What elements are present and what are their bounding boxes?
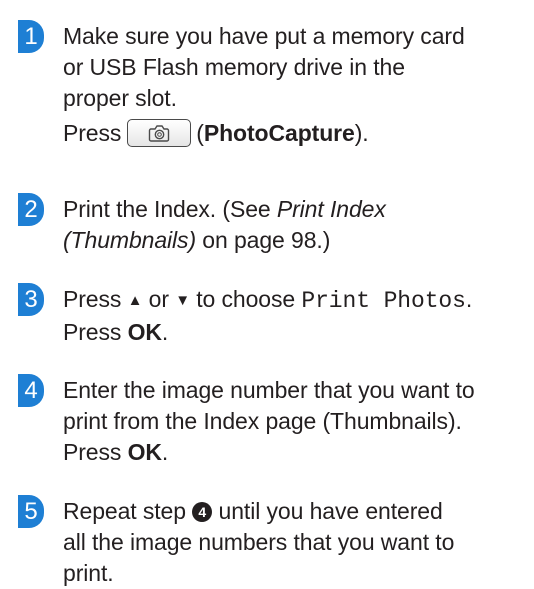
paren-open: ( — [196, 120, 204, 146]
up-arrow-icon: ▲ — [127, 292, 143, 309]
page-reference: on page 98.) — [196, 227, 331, 253]
press-label: Press — [63, 319, 122, 345]
text-line: Press ▲ or ▼ to choose Print Photos. — [63, 284, 533, 317]
ok-key-label: OK — [127, 319, 162, 345]
text-line: Press OK. — [63, 437, 533, 468]
text-line: Press OK. — [63, 317, 533, 348]
text-line: print. — [63, 560, 114, 586]
photocapture-button[interactable] — [127, 119, 192, 148]
down-arrow-icon: ▼ — [175, 292, 190, 309]
step-number-badge: 2 — [18, 193, 44, 226]
text-line: Enter the image number that you want to — [63, 377, 475, 403]
step-number-badge: 4 — [18, 374, 44, 407]
text-line: proper slot. — [63, 85, 177, 111]
step-text: Press ▲ or ▼ to choose Print Photos. Pre… — [63, 284, 533, 348]
period: . — [161, 319, 169, 345]
step-number-badge: 5 — [18, 495, 44, 528]
repeat-step-text: Repeat step — [63, 498, 186, 524]
paren-close: ). — [354, 120, 369, 146]
text-line: Repeat step 4 until you have entered — [63, 496, 533, 527]
press-label: Press — [63, 439, 122, 465]
reference-title: Print Index — [276, 196, 386, 222]
step-text: Enter the image number that you want to … — [63, 375, 533, 468]
text-line: all the image numbers that you want to — [63, 529, 455, 555]
period: . — [161, 439, 169, 465]
to-choose-label: to choose — [196, 286, 296, 312]
photocapture-label: PhotoCapture — [203, 120, 355, 146]
step-number-badge: 3 — [18, 283, 44, 316]
text-line: print from the Index page (Thumbnails). — [63, 408, 462, 434]
until-text: until you have entered — [218, 498, 443, 524]
text-line: Make sure you have put a memory card — [63, 23, 465, 49]
intro-text: Print the Index. (See — [63, 196, 277, 222]
press-label: Press — [63, 120, 122, 146]
step-text: Repeat step 4 until you have entered all… — [63, 496, 533, 589]
step-text: Make sure you have put a memory card or … — [63, 21, 533, 150]
press-label: Press — [63, 286, 122, 312]
text-line: Print the Index. (See Print Index — [63, 194, 533, 225]
period: . — [465, 286, 473, 312]
menu-option: Print Photos — [301, 288, 466, 314]
step-reference-badge: 4 — [192, 502, 213, 522]
ok-key-label: OK — [127, 439, 162, 465]
step-number-badge: 1 — [18, 20, 44, 53]
camera-icon — [149, 125, 170, 143]
reference-title-cont: (Thumbnails) — [63, 227, 197, 253]
or-label: or — [148, 286, 169, 312]
press-photocapture-line: Press (PhotoCapture). — [63, 118, 533, 150]
step-text: Print the Index. (See Print Index (Thumb… — [63, 194, 533, 256]
text-line: (Thumbnails) on page 98.) — [63, 225, 533, 256]
text-line: or USB Flash memory drive in the — [63, 54, 405, 80]
